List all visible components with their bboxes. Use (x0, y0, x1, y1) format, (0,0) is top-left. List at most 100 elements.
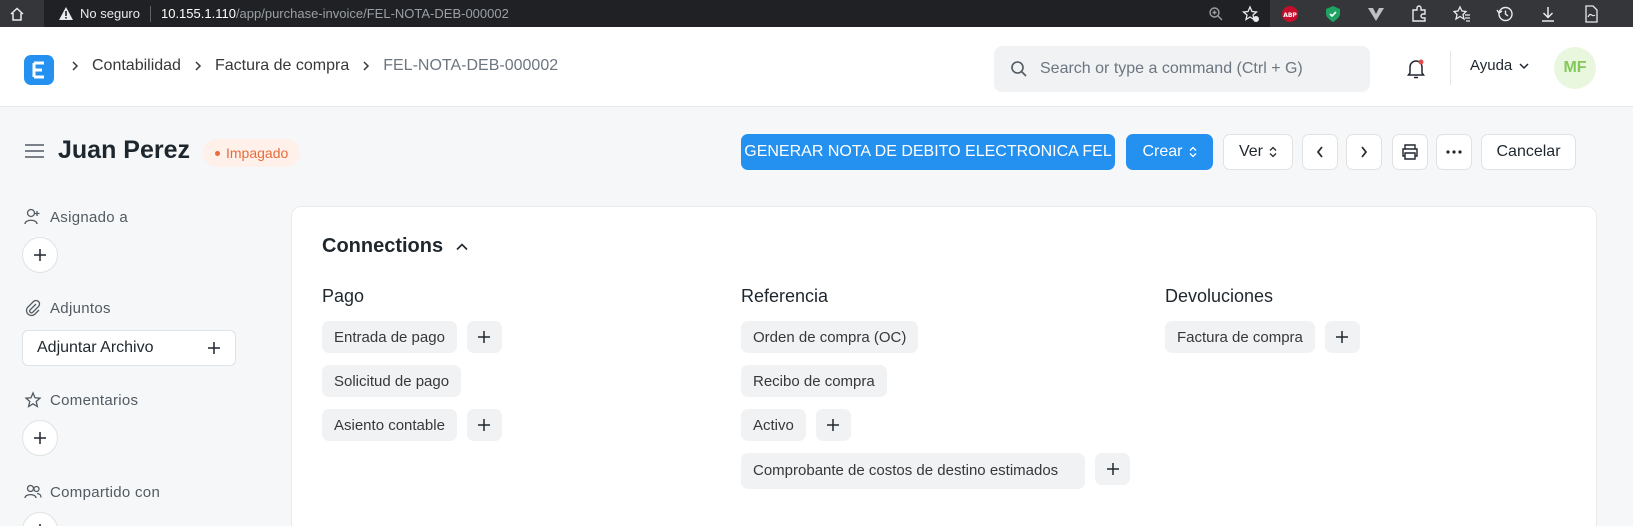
attachments-label: Adjuntos (50, 299, 111, 317)
attach-file-label: Adjuntar Archivo (37, 339, 154, 356)
connection-row: Orden de compra (OC) (741, 321, 1130, 353)
user-plus-icon (24, 208, 40, 225)
comments-section: Comentarios (24, 391, 138, 409)
chevron-right-icon (363, 61, 370, 71)
connection-row: Asiento contable (322, 409, 502, 441)
navbar-divider (1450, 51, 1451, 85)
view-button[interactable]: Ver (1223, 134, 1293, 170)
search-icon (1011, 61, 1027, 77)
svg-text:ABP: ABP (1283, 12, 1297, 19)
print-button[interactable] (1392, 134, 1428, 170)
more-horizontal-icon (1446, 150, 1462, 154)
notifications-bell-icon[interactable] (1406, 58, 1426, 85)
chevron-up-icon (456, 242, 468, 250)
user-avatar[interactable]: MF (1554, 47, 1596, 89)
add-connection-button[interactable] (1324, 321, 1360, 353)
help-dropdown[interactable]: Ayuda (1470, 57, 1530, 74)
create-button[interactable]: Crear (1126, 134, 1213, 170)
connection-link[interactable]: Activo (741, 409, 806, 441)
plus-icon (34, 432, 46, 444)
status-label: Impagado (226, 145, 289, 161)
chevron-down-icon (1519, 62, 1529, 69)
app-logo[interactable] (24, 55, 54, 85)
connection-link[interactable]: Orden de compra (OC) (741, 321, 919, 353)
help-label: Ayuda (1470, 57, 1513, 74)
connection-link[interactable]: Entrada de pago (322, 321, 457, 353)
vpn-icon[interactable] (1366, 4, 1386, 24)
column-title: Referencia (741, 286, 829, 306)
connection-link[interactable]: Recibo de compra (741, 365, 887, 397)
add-comment-button[interactable] (22, 420, 58, 456)
connection-row: Recibo de compra (741, 365, 1130, 397)
add-connection-button[interactable] (466, 321, 502, 353)
status-badge: Impagado (203, 139, 301, 167)
chevron-right-icon (72, 61, 79, 71)
connections-card: Connections Pago Entrada de pago Solicit… (291, 206, 1597, 526)
connection-link[interactable]: Comprobante de costos de destino estimad… (741, 453, 1085, 489)
printer-icon (1402, 144, 1418, 160)
search-bar[interactable]: Search or type a command (Ctrl + G) (994, 46, 1370, 92)
zoom-icon[interactable] (1208, 6, 1224, 22)
assigned-to-label: Asignado a (50, 208, 129, 226)
add-assignee-button[interactable] (22, 237, 58, 273)
breadcrumb-current[interactable]: FEL-NOTA-DEB-000002 (383, 57, 558, 75)
connection-row: Activo (741, 409, 1130, 441)
plus-icon (1336, 331, 1349, 343)
connection-link[interactable]: Asiento contable (322, 409, 457, 441)
column-title: Pago (322, 286, 365, 306)
add-share-button[interactable] (22, 512, 58, 526)
chevron-up-down-icon (1269, 146, 1277, 158)
previous-record-button[interactable] (1302, 134, 1338, 170)
connection-row: Solicitud de pago (322, 365, 502, 397)
generate-fel-label: GENERAR NOTA DE DEBITO ELECTRONICA FEL (744, 143, 1112, 160)
connection-link[interactable]: Solicitud de pago (322, 365, 462, 397)
column-title: Devoluciones (1165, 286, 1274, 306)
connections-column-referencia: Referencia Orden de compra (OC) Recibo d… (741, 286, 1130, 501)
breadcrumb-factura-de-compra[interactable]: Factura de compra (215, 57, 349, 75)
connections-header[interactable]: Connections (322, 235, 469, 258)
favorite-add-icon[interactable] (1242, 4, 1260, 23)
plus-icon (478, 419, 491, 431)
plus-icon (34, 249, 46, 261)
add-connection-button[interactable] (815, 409, 851, 441)
breadcrumb-contabilidad[interactable]: Contabilidad (92, 57, 181, 75)
app-navbar: Contabilidad Factura de compra FEL-NOTA-… (0, 27, 1633, 107)
paperclip-icon (25, 299, 41, 317)
connection-row: Entrada de pago (322, 321, 502, 353)
abp-icon[interactable]: ABP (1280, 4, 1300, 24)
add-connection-button[interactable] (1095, 453, 1130, 485)
attach-file-button[interactable]: Adjuntar Archivo (22, 330, 236, 366)
connections-column-devoluciones: Devoluciones Factura de compra (1165, 286, 1360, 365)
chevron-left-icon (1316, 146, 1323, 158)
download-icon[interactable] (1538, 4, 1558, 24)
plus-icon (208, 342, 220, 354)
status-dot (215, 150, 220, 156)
pdf-icon[interactable] (1581, 4, 1601, 24)
plus-icon (478, 331, 491, 343)
shield-check-icon[interactable] (1323, 4, 1343, 24)
generate-fel-debit-note-button[interactable]: GENERAR NOTA DE DEBITO ELECTRONICA FEL (741, 134, 1115, 170)
url-separator (149, 5, 151, 22)
puzzle-icon[interactable] (1409, 4, 1429, 24)
address-bar[interactable]: No seguro 10.155.1.110/app/purchase-invo… (44, 0, 1270, 27)
connections-title: Connections (322, 235, 444, 257)
security-indicator[interactable]: No seguro (58, 6, 140, 21)
favorites-icon[interactable] (1452, 4, 1472, 24)
add-connection-button[interactable] (466, 409, 502, 441)
cancel-button[interactable]: Cancelar (1481, 134, 1576, 170)
home-icon[interactable] (0, 6, 34, 22)
chevron-right-icon (1361, 146, 1368, 158)
connection-link[interactable]: Factura de compra (1165, 321, 1315, 353)
more-actions-button[interactable] (1436, 134, 1472, 170)
connections-column-pago: Pago Entrada de pago Solicitud de pago A… (322, 286, 502, 453)
plus-icon (1106, 463, 1119, 475)
view-label: Ver (1238, 143, 1263, 160)
search-input[interactable]: Search or type a command (Ctrl + G) (1040, 60, 1303, 78)
cancel-label: Cancelar (1496, 143, 1561, 160)
next-record-button[interactable] (1346, 134, 1382, 170)
users-icon (24, 484, 42, 499)
sidebar-toggle-icon[interactable] (24, 142, 46, 165)
create-label: Crear (1142, 143, 1183, 160)
breadcrumb: Contabilidad Factura de compra FEL-NOTA-… (70, 57, 558, 75)
history-icon[interactable] (1495, 4, 1515, 24)
